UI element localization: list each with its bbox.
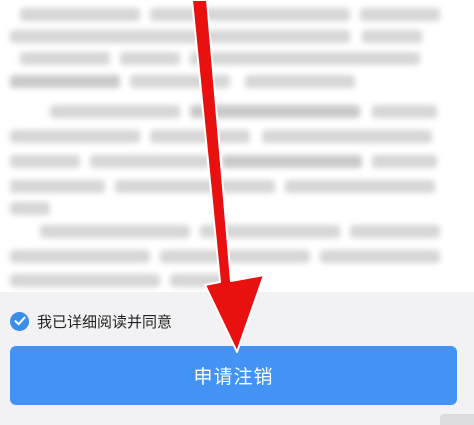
check-icon [14, 316, 26, 326]
apply-cancellation-button[interactable]: 申请注销 [10, 346, 457, 405]
blurred-terms-content [0, 0, 474, 300]
agreement-checkbox[interactable] [10, 311, 29, 331]
agreement-checkbox-row[interactable]: 我已详细阅读并同意 [10, 310, 172, 332]
agreement-label: 我已详细阅读并同意 [37, 312, 173, 331]
corner-mark [440, 414, 474, 425]
